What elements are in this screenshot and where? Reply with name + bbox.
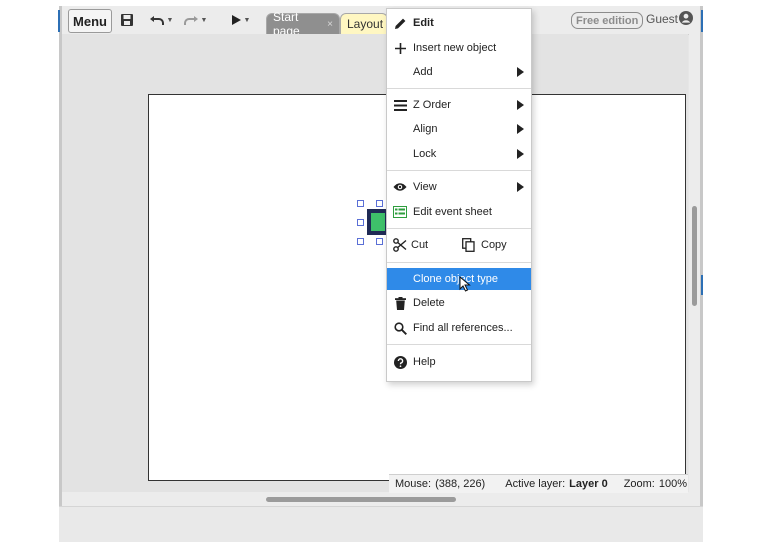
play-icon[interactable]: ▼ xyxy=(228,10,252,30)
zoom-label: Zoom: xyxy=(623,478,655,490)
context-menu: Edit Insert new object Add Z Order Align… xyxy=(386,8,532,382)
menu-item-label: Add xyxy=(413,66,433,78)
user-icon[interactable] xyxy=(679,11,693,25)
selection-handle[interactable] xyxy=(357,238,364,245)
menu-item-label: Edit xyxy=(413,17,434,29)
menu-item-label: Find all references... xyxy=(413,322,513,334)
tab-start-page[interactable]: Start page × xyxy=(266,10,340,38)
menu-item-lock[interactable]: Lock xyxy=(387,143,531,165)
menu-item-label: Clone object type xyxy=(413,273,498,285)
menu-item-label: Help xyxy=(413,356,436,368)
tab-layout[interactable]: Layout 1 xyxy=(340,13,393,34)
menu-item-view[interactable]: View xyxy=(387,176,531,198)
selection-handle[interactable] xyxy=(357,200,364,207)
eye-icon xyxy=(393,180,407,194)
menu-item-copy[interactable]: Copy xyxy=(455,234,531,256)
status-bar: Mouse: (388, 226) Active layer: Layer 0 … xyxy=(389,474,688,493)
undo-icon[interactable]: ▼ xyxy=(148,10,174,30)
menu-separator xyxy=(387,228,531,229)
menu-item-insert-new-object[interactable]: Insert new object xyxy=(387,37,531,59)
window-edge-right xyxy=(700,6,703,506)
scissors-icon xyxy=(393,238,407,252)
zoom-value: 100% xyxy=(658,478,688,490)
mouse-position: (388, 226) xyxy=(435,478,486,490)
active-layer-value: Layer 0 xyxy=(569,478,608,490)
menu-item-label: View xyxy=(413,181,437,193)
horizontal-scroll-thumb[interactable] xyxy=(266,497,456,502)
submenu-arrow-icon xyxy=(517,67,524,77)
vertical-scrollbar[interactable] xyxy=(689,34,700,492)
window-accent-right-lower xyxy=(701,275,703,295)
menu-item-edit[interactable]: Edit xyxy=(387,12,531,34)
window-accent-right xyxy=(701,10,703,32)
horizontal-scrollbar[interactable] xyxy=(62,492,700,506)
copy-icon xyxy=(461,238,475,252)
save-icon[interactable] xyxy=(118,10,136,30)
main-toolbar: Menu ▼ ▼ ▼ Start page × Layout 1 Free ed… xyxy=(62,6,700,38)
menu-item-cut[interactable]: Cut xyxy=(387,234,455,256)
vertical-scroll-thumb[interactable] xyxy=(692,206,697,306)
redo-icon[interactable]: ▼ xyxy=(182,10,208,30)
search-icon xyxy=(393,321,407,335)
menu-item-edit-event-sheet[interactable]: Edit event sheet xyxy=(387,201,531,223)
menu-item-label: Insert new object xyxy=(413,42,497,54)
submenu-arrow-icon xyxy=(517,182,524,192)
menu-separator xyxy=(387,344,531,345)
submenu-arrow-icon xyxy=(517,100,524,110)
layers-icon xyxy=(393,98,407,112)
menu-separator xyxy=(387,262,531,263)
mouse-label: Mouse: xyxy=(395,478,432,490)
submenu-arrow-icon xyxy=(517,149,524,159)
selection-handle[interactable] xyxy=(357,219,364,226)
pencil-icon xyxy=(393,16,407,30)
menu-separator xyxy=(387,170,531,171)
submenu-arrow-icon xyxy=(517,124,524,134)
menu-item-add[interactable]: Add xyxy=(387,61,531,83)
menu-item-delete[interactable]: Delete xyxy=(387,292,531,314)
edition-badge[interactable]: Free edition xyxy=(571,12,644,29)
menu-item-label: Lock xyxy=(413,148,437,160)
menu-item-align[interactable]: Align xyxy=(387,118,531,140)
bottom-panel xyxy=(59,506,703,542)
window-accent-left xyxy=(58,10,60,32)
undo-dropdown-icon[interactable]: ▼ xyxy=(167,17,174,24)
active-layer-label: Active layer: xyxy=(505,478,566,490)
sprite-fill xyxy=(371,213,385,231)
menu-item-z-order[interactable]: Z Order xyxy=(387,94,531,116)
plus-icon xyxy=(393,41,407,55)
selection-handle[interactable] xyxy=(376,200,383,207)
close-icon[interactable]: × xyxy=(327,19,333,30)
play-dropdown-icon[interactable]: ▼ xyxy=(244,17,251,24)
selection-handle[interactable] xyxy=(376,238,383,245)
menu-item-label: Align xyxy=(413,123,438,135)
menu-item-label: Edit event sheet xyxy=(413,206,492,218)
menu-item-label: Cut xyxy=(411,239,429,251)
menu-button[interactable]: Menu xyxy=(68,9,112,33)
menu-item-find-all-references[interactable]: Find all references... xyxy=(387,317,531,339)
menu-item-help[interactable]: Help xyxy=(387,351,531,373)
menu-item-label: Z Order xyxy=(413,99,451,111)
redo-dropdown-icon[interactable]: ▼ xyxy=(201,17,208,24)
menu-item-label: Delete xyxy=(413,297,445,309)
user-label[interactable]: Guest xyxy=(646,12,678,26)
mouse-cursor-icon xyxy=(459,275,471,292)
event-sheet-icon xyxy=(393,205,407,219)
menu-separator xyxy=(387,88,531,89)
trash-icon xyxy=(393,296,407,310)
menu-item-label: Copy xyxy=(481,239,507,251)
help-icon xyxy=(393,355,407,369)
